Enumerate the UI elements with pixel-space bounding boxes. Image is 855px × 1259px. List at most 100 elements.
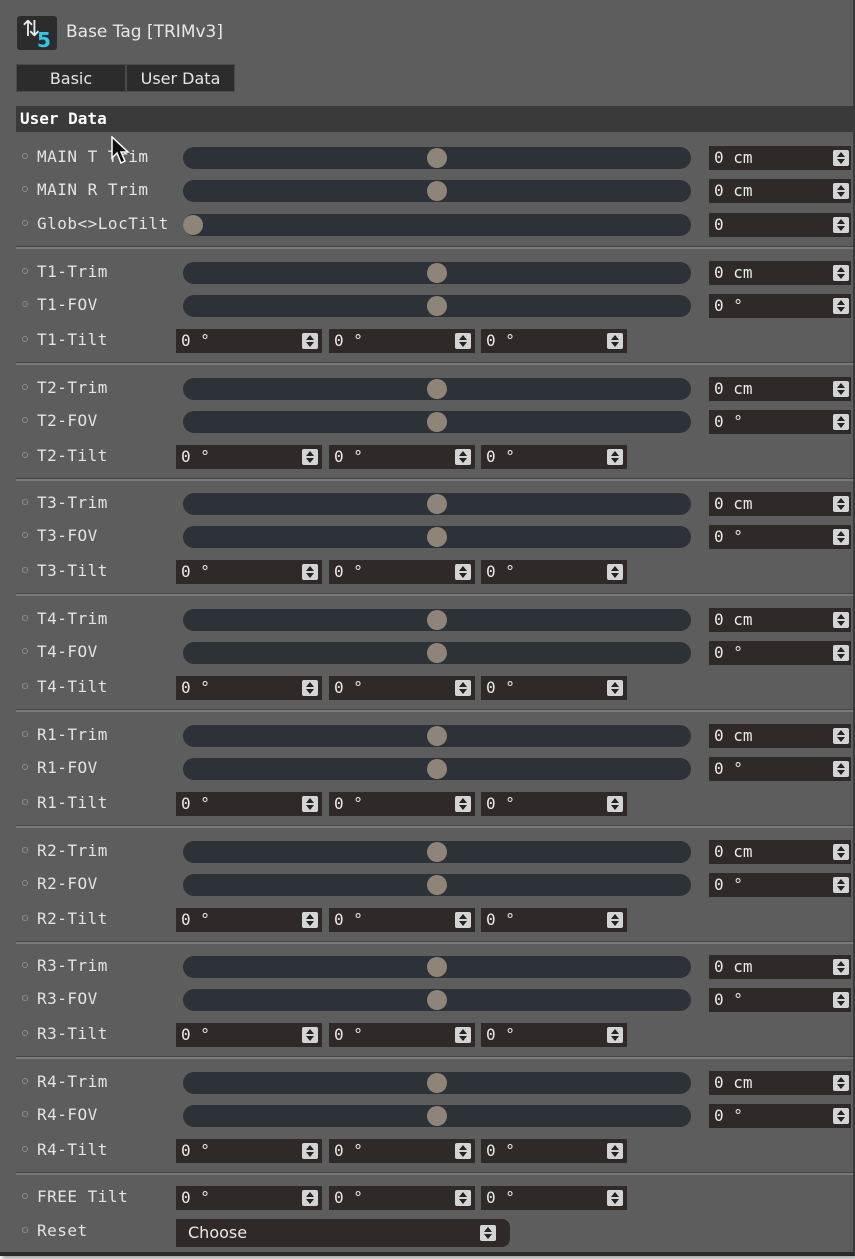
t3-trim-value[interactable]: 0 cm — [714, 493, 753, 515]
t4-tilt-b-stepper-icon[interactable] — [607, 680, 623, 696]
r2-fov-value[interactable]: 0 ° — [714, 874, 743, 896]
animation-dot-icon[interactable] — [22, 1078, 28, 1084]
r4-tilt-p-field[interactable]: 0 ° — [329, 1139, 475, 1163]
animation-dot-icon[interactable] — [22, 731, 28, 737]
t4-fov-slider[interactable] — [183, 642, 691, 664]
t4-tilt-p-value[interactable]: 0 ° — [334, 677, 363, 699]
t3-tilt-h-value[interactable]: 0 ° — [181, 561, 210, 583]
free-tilt-b-field[interactable]: 0 ° — [481, 1186, 627, 1210]
animation-dot-icon[interactable] — [22, 532, 28, 538]
r1-tilt-b-stepper-icon[interactable] — [607, 796, 623, 812]
t2-tilt-b-stepper-icon[interactable] — [607, 449, 623, 465]
r1-fov-value[interactable]: 0 ° — [714, 758, 743, 780]
r2-tilt-b-stepper-icon[interactable] — [607, 912, 623, 928]
animation-dot-icon[interactable] — [22, 1193, 28, 1199]
t1-trim-slider[interactable] — [183, 262, 691, 284]
t1-trim-slider-thumb[interactable] — [427, 263, 447, 283]
animation-dot-icon[interactable] — [22, 1146, 28, 1152]
t3-fov-slider[interactable] — [183, 526, 691, 548]
t2-tilt-h-field[interactable]: 0 ° — [176, 445, 322, 469]
r3-tilt-b-value[interactable]: 0 ° — [486, 1024, 515, 1046]
r4-tilt-h-stepper-icon[interactable] — [302, 1143, 318, 1159]
t4-fov-value-field[interactable]: 0 ° — [709, 641, 851, 665]
r3-tilt-b-field[interactable]: 0 ° — [481, 1023, 627, 1047]
animation-dot-icon[interactable] — [22, 336, 28, 342]
t2-fov-value-field[interactable]: 0 ° — [709, 410, 851, 434]
t1-fov-stepper-icon[interactable] — [833, 298, 849, 314]
r3-tilt-p-field[interactable]: 0 ° — [329, 1023, 475, 1047]
r4-tilt-p-value[interactable]: 0 ° — [334, 1140, 363, 1162]
t3-tilt-p-stepper-icon[interactable] — [455, 564, 471, 580]
r4-tilt-b-field[interactable]: 0 ° — [481, 1139, 627, 1163]
r4-tilt-b-value[interactable]: 0 ° — [486, 1140, 515, 1162]
animation-dot-icon[interactable] — [22, 1030, 28, 1036]
r3-fov-value-field[interactable]: 0 ° — [709, 988, 851, 1012]
t3-fov-slider-thumb[interactable] — [427, 527, 447, 547]
r4-fov-slider[interactable] — [183, 1105, 691, 1127]
r2-tilt-h-stepper-icon[interactable] — [302, 912, 318, 928]
animation-dot-icon[interactable] — [22, 301, 28, 307]
r2-tilt-b-field[interactable]: 0 ° — [481, 908, 627, 932]
reset-selected-value[interactable]: Choose — [188, 1222, 247, 1244]
glob-loc-tilt-slider-thumb[interactable] — [183, 215, 203, 235]
glob-loc-tilt-stepper-icon[interactable] — [833, 217, 849, 233]
r2-tilt-h-value[interactable]: 0 ° — [181, 909, 210, 931]
r4-fov-value-field[interactable]: 0 ° — [709, 1104, 851, 1128]
free-tilt-h-stepper-icon[interactable] — [302, 1190, 318, 1206]
animation-dot-icon[interactable] — [22, 683, 28, 689]
r1-fov-slider-thumb[interactable] — [427, 759, 447, 779]
animation-dot-icon[interactable] — [22, 764, 28, 770]
r1-tilt-p-field[interactable]: 0 ° — [329, 792, 475, 816]
r2-trim-value[interactable]: 0 cm — [714, 841, 753, 863]
t1-tilt-p-stepper-icon[interactable] — [455, 333, 471, 349]
t2-tilt-p-stepper-icon[interactable] — [455, 449, 471, 465]
main-t-trim-slider-thumb[interactable] — [427, 148, 447, 168]
t4-trim-value-field[interactable]: 0 cm — [709, 608, 851, 632]
r1-fov-stepper-icon[interactable] — [833, 761, 849, 777]
r3-tilt-h-field[interactable]: 0 ° — [176, 1023, 322, 1047]
free-tilt-h-value[interactable]: 0 ° — [181, 1187, 210, 1209]
animation-dot-icon[interactable] — [22, 847, 28, 853]
r2-trim-slider[interactable] — [183, 841, 691, 863]
t1-tilt-b-field[interactable]: 0 ° — [481, 329, 627, 353]
r1-tilt-h-field[interactable]: 0 ° — [176, 792, 322, 816]
tab-basic[interactable]: Basic — [16, 64, 126, 92]
r3-tilt-p-stepper-icon[interactable] — [455, 1027, 471, 1043]
r1-trim-slider[interactable] — [183, 725, 691, 747]
main-r-trim-value[interactable]: 0 cm — [714, 180, 753, 202]
animation-dot-icon[interactable] — [22, 268, 28, 274]
main-t-trim-value[interactable]: 0 cm — [714, 147, 753, 169]
r2-trim-value-field[interactable]: 0 cm — [709, 840, 851, 864]
r1-fov-slider[interactable] — [183, 758, 691, 780]
r2-tilt-p-value[interactable]: 0 ° — [334, 909, 363, 931]
r3-trim-slider[interactable] — [183, 956, 691, 978]
t2-tilt-h-value[interactable]: 0 ° — [181, 446, 210, 468]
t3-trim-slider[interactable] — [183, 493, 691, 515]
t3-tilt-b-field[interactable]: 0 ° — [481, 560, 627, 584]
r3-trim-stepper-icon[interactable] — [833, 959, 849, 975]
t4-trim-stepper-icon[interactable] — [833, 612, 849, 628]
t4-tilt-p-stepper-icon[interactable] — [455, 680, 471, 696]
t1-tilt-b-value[interactable]: 0 ° — [486, 330, 515, 352]
t2-tilt-h-stepper-icon[interactable] — [302, 449, 318, 465]
animation-dot-icon[interactable] — [22, 384, 28, 390]
glob-loc-tilt-value[interactable]: 0 — [714, 214, 724, 236]
r2-tilt-h-field[interactable]: 0 ° — [176, 908, 322, 932]
t2-tilt-p-value[interactable]: 0 ° — [334, 446, 363, 468]
t3-fov-stepper-icon[interactable] — [833, 529, 849, 545]
r1-trim-value-field[interactable]: 0 cm — [709, 724, 851, 748]
r3-fov-slider[interactable] — [183, 989, 691, 1011]
animation-dot-icon[interactable] — [22, 1111, 28, 1117]
t2-fov-stepper-icon[interactable] — [833, 414, 849, 430]
t3-fov-value[interactable]: 0 ° — [714, 526, 743, 548]
r4-fov-stepper-icon[interactable] — [833, 1108, 849, 1124]
t3-tilt-h-field[interactable]: 0 ° — [176, 560, 322, 584]
r4-fov-value[interactable]: 0 ° — [714, 1105, 743, 1127]
animation-dot-icon[interactable] — [22, 220, 28, 226]
animation-dot-icon[interactable] — [22, 417, 28, 423]
t1-tilt-h-field[interactable]: 0 ° — [176, 329, 322, 353]
t2-tilt-b-field[interactable]: 0 ° — [481, 445, 627, 469]
animation-dot-icon[interactable] — [22, 153, 28, 159]
animation-dot-icon[interactable] — [22, 915, 28, 921]
t2-fov-slider-thumb[interactable] — [427, 412, 447, 432]
